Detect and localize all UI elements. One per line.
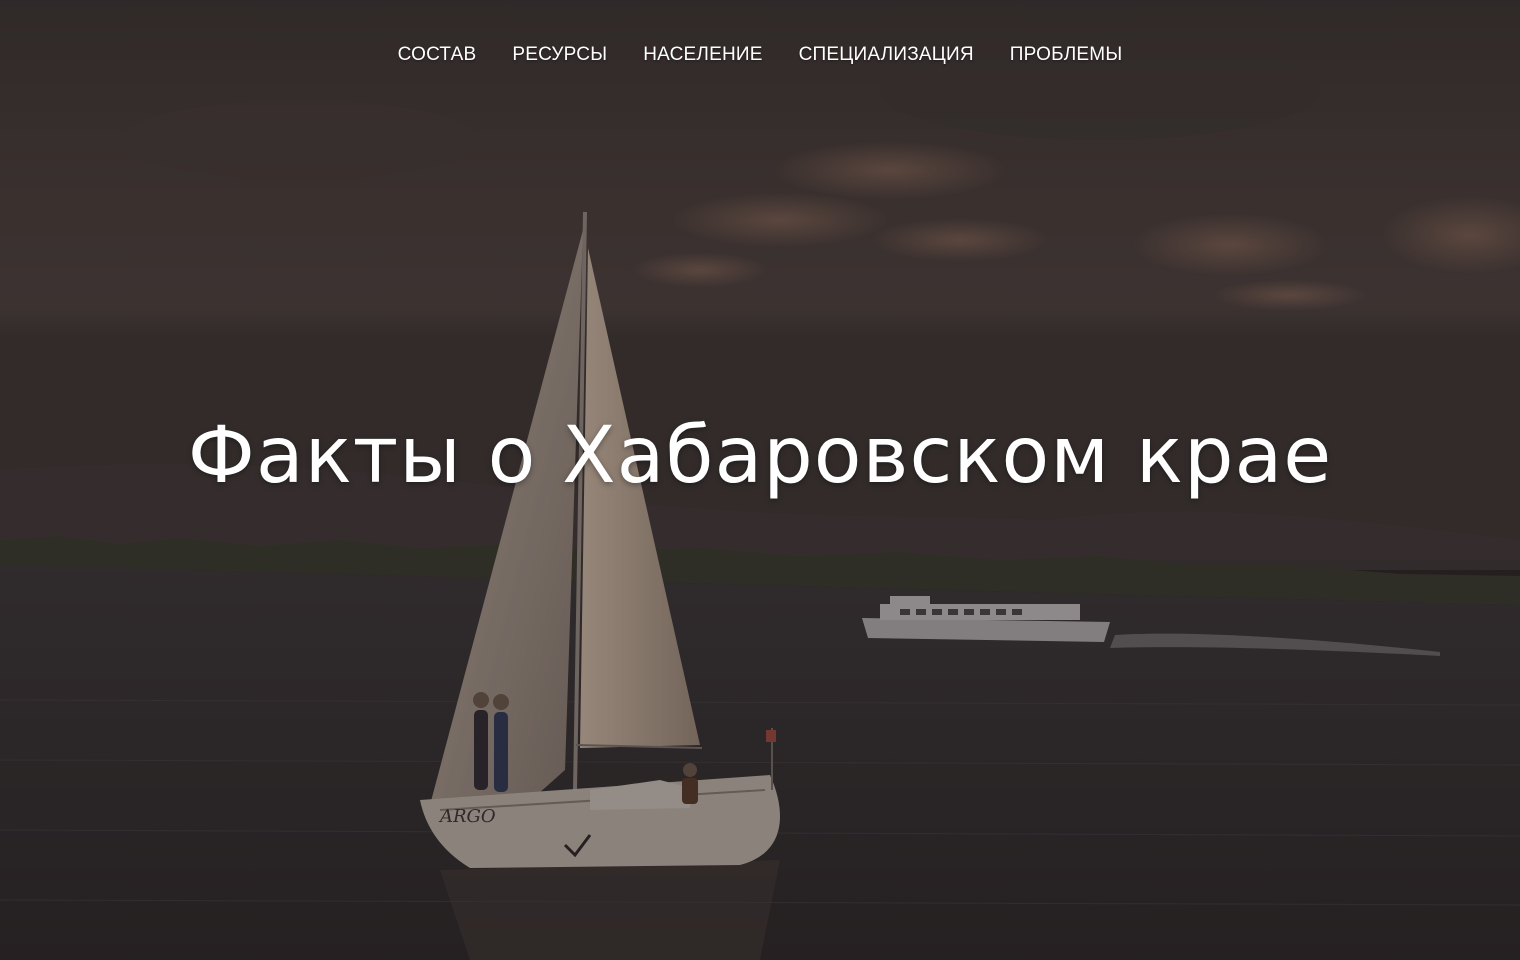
hero-section: ARGO СОСТАВ РЕСУРСЫ НАСЕЛЕНИЕ СПЕЦИАЛИЗА…	[0, 0, 1520, 960]
nav-link-sostav[interactable]: СОСТАВ	[398, 44, 477, 66]
nav-link-resursy[interactable]: РЕСУРСЫ	[512, 44, 607, 66]
nav-link-naselenie[interactable]: НАСЕЛЕНИЕ	[643, 44, 762, 66]
nav-link-problemy[interactable]: ПРОБЛЕМЫ	[1010, 44, 1123, 66]
top-navigation: СОСТАВ РЕСУРСЫ НАСЕЛЕНИЕ СПЕЦИАЛИЗАЦИЯ П…	[0, 44, 1520, 66]
hero-title: Факты о Хабаровском крае	[187, 411, 1333, 501]
nav-link-specializaciya[interactable]: СПЕЦИАЛИЗАЦИЯ	[799, 44, 974, 66]
